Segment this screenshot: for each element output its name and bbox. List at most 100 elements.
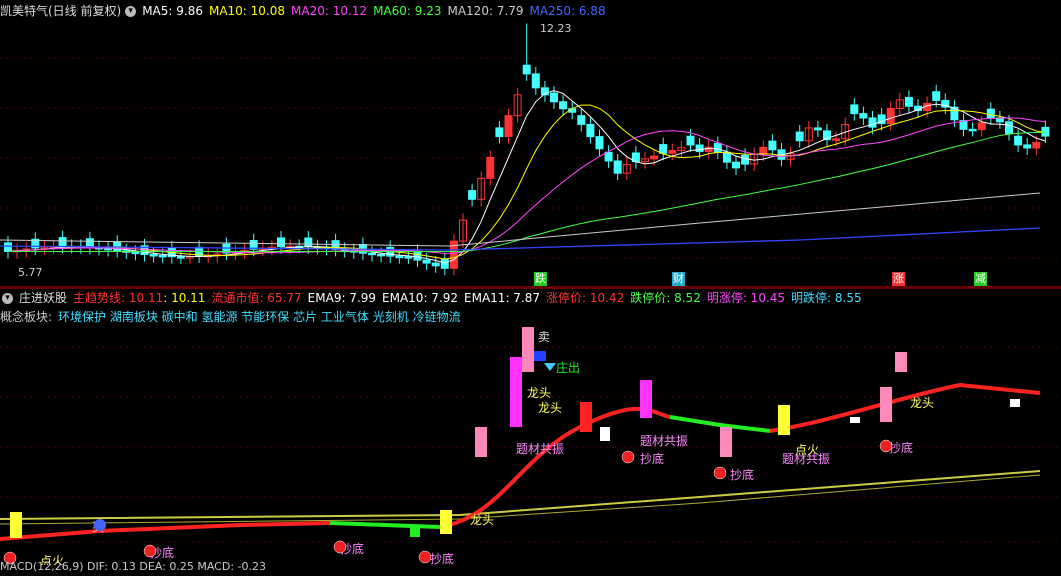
indicator-bar [475,427,487,457]
candle-down [440,259,449,269]
candle-down [741,154,750,165]
candle-down [4,242,12,253]
candle-down [404,256,413,259]
candle-up [886,108,895,125]
candle-up [832,138,841,141]
candle-down [904,97,913,107]
indicator-bar [600,427,610,441]
bottom-signal-dot [713,466,727,480]
signal-label: 龙头 [527,386,551,400]
candle-down [304,237,313,248]
next-limit-down-value: 明跌停: 8.55 [791,291,862,305]
indicator-settings-icon[interactable]: ▾ [2,293,13,304]
candle-down [613,160,622,174]
candle-down [1014,135,1023,146]
candle-down [58,237,67,247]
event-marker[interactable]: 减 [974,272,987,286]
event-marker[interactable]: 涨 [892,272,905,286]
candle-up [504,115,513,138]
candle-down [968,128,977,132]
ma250-line [0,227,1041,251]
candle-down [732,161,740,169]
candle-down [604,151,613,162]
signal-label: 抄底 [640,451,664,466]
signal-label: 龙头 [910,396,934,410]
ma20-value: MA20: 10.12 [291,4,368,18]
concept-line: 概念板块: 环境保护 湖南板块 碳中和 氢能源 节能环保 芯片 工业气体 光刻机 … [0,308,467,326]
candle-down [713,142,722,153]
candle-down [277,237,285,248]
indicator-bar [895,352,907,372]
event-marker[interactable]: 跌 [534,272,547,286]
ma120-value: MA120: 7.79 [447,4,524,18]
signal-label: 题材共振 [640,434,688,448]
candle-down [577,115,586,125]
signal-label: 点火 [795,443,819,457]
bottom-signal-dot [621,450,635,464]
trend-line [769,382,1041,433]
next-limit-up-value: 明涨停: 10.45 [706,291,786,305]
settings-toggle-icon[interactable]: ▾ [125,6,137,17]
candle-down [531,73,540,89]
candle-up [668,150,677,154]
candle-up [759,146,768,155]
candle-up [486,157,495,179]
trend-line [439,406,671,529]
signal-label: 卖 [538,330,550,344]
ema11-value: EMA11: 7.87 [464,291,541,305]
signal-label: 抄底 [730,467,754,482]
event-marker[interactable]: 财 [672,272,685,286]
stock-title[interactable]: 凯美特气(日线 前复权) [0,4,121,18]
indicator-name[interactable]: 庄进妖股 [19,291,67,305]
candle-down [395,255,404,259]
candle-down [695,144,704,153]
buy-marker [94,519,106,531]
signal-label: 庄出 [556,360,580,375]
candle-down [468,190,477,200]
ma60-line [8,131,1046,253]
candle-down [768,140,777,151]
ma60-value: MA60: 9.23 [373,4,442,18]
candle-down [595,136,604,150]
indicator-bar [510,357,522,427]
candle-down [859,113,868,119]
candle-down [176,256,185,259]
candle-down [559,101,568,110]
candle-up [977,122,986,131]
trend-line-value: 主趋势线: 10.11 [73,291,164,305]
trend-line [0,521,331,541]
candle-down [813,127,822,131]
candle-down [722,151,731,163]
indicator-bar [522,327,534,372]
low-price-label: 5.77 [18,266,43,279]
limit-down-value: 跌停价: 8.52 [630,291,701,305]
ema9-value: EMA9: 7.99 [307,291,377,305]
candle-down [1023,144,1032,149]
sell-marker [534,351,546,361]
candle-down [686,135,695,146]
bottom-signal-dot [418,550,432,564]
candle-down [522,64,531,75]
concept-items: 环境保护 湖南板块 碳中和 氢能源 节能环保 芯片 工业气体 光刻机 冷链物流 [58,310,461,324]
candle-down [850,104,859,115]
candle-down [868,117,877,128]
limit-up-value: 涨停价: 10.42 [546,291,625,305]
ma5-value: MA5: 9.86 [142,4,203,18]
indicator-header: ▾ 庄进妖股 主趋势线: 10.11: 10.11 流通市值: 65.77 EMA9: … [0,289,868,307]
indicator-bar [440,510,452,534]
ema10-value: EMA10: 7.92 [382,291,459,305]
price-chart[interactable] [0,18,1061,286]
bottom-signal-dot [143,544,157,558]
candle-down [495,127,504,138]
candle-down [422,259,431,264]
candle-down [586,123,595,138]
candle-up [650,155,659,160]
candle-down [795,131,804,142]
indicator-bar [640,380,652,418]
indicator-bar [1010,399,1020,407]
indicator-bar [880,387,892,422]
band-line [0,470,1041,520]
concept-label: 概念板块: [0,310,53,324]
indicator-bar [778,405,790,435]
indicator-chart[interactable]: 卖庄出龙头龙头题材共振题材共振题材共振抄底抄底抄底抄底抄底抄底点火点火龙头龙头买 [0,327,1061,565]
